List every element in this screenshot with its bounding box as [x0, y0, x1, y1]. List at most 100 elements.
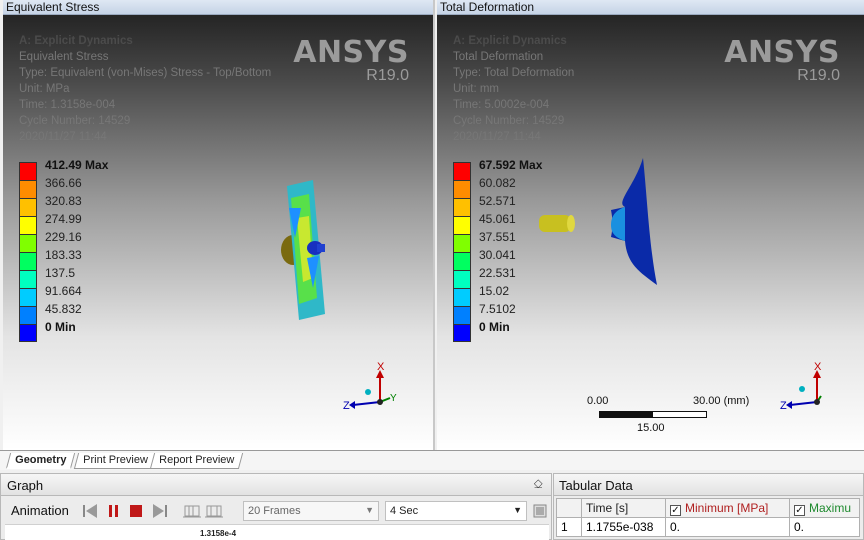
legend-label: 15.02 — [479, 284, 510, 298]
stress-model-render — [281, 180, 325, 320]
scale-bar-graphic — [599, 411, 707, 418]
legend-swatch — [19, 234, 37, 252]
table-row[interactable]: 1 1.1755e-038 0. 0. — [556, 517, 860, 537]
scale-mid-label: 15.00 — [637, 422, 665, 434]
time-column-header[interactable]: Time [s] — [581, 498, 666, 518]
result-type: Type: Equivalent (von-Mises) Stress - To… — [19, 67, 272, 79]
legend-color-bar — [453, 162, 471, 342]
ansys-logo: ANSYS R19.0 — [293, 38, 409, 84]
maximum-cell: 0. — [789, 517, 860, 537]
tabular-data-panel: Tabular Data Time [s] ✓ Minimum [MPa] ✓ Ma… — [553, 473, 864, 540]
result-info: A: Explicit Dynamics Equivalent Stress T… — [19, 33, 271, 145]
tabular-data-table: Time [s] ✓ Minimum [MPa] ✓ Maximu 1 1.1755… — [556, 498, 860, 537]
legend-label: 137.5 — [45, 266, 76, 280]
checkbox-icon[interactable]: ✓ — [794, 504, 805, 516]
result-date: 2020/11/27 11:44 — [453, 131, 541, 143]
legend-color-bar — [19, 162, 37, 342]
pin-icon[interactable]: ⎐ — [534, 477, 543, 492]
total-deformation-viewport[interactable]: Total Deformation A: Explicit Dynamics T… — [437, 0, 864, 450]
tab-label: Report Preview — [159, 454, 235, 466]
pause-icon[interactable] — [105, 503, 123, 519]
legend-swatch — [453, 180, 471, 198]
legend-max-label: 67.592 Max — [479, 158, 543, 172]
legend-swatch — [19, 180, 37, 198]
result-time: Time: 5.0002e-004 — [453, 99, 550, 111]
legend-swatch — [19, 270, 37, 288]
maximum-header-label: Maximu — [809, 500, 852, 515]
legend-min-label: 0 Min — [479, 320, 510, 334]
legend-label: 229.16 — [45, 230, 82, 244]
row-index: 1 — [556, 517, 582, 537]
result-type: Type: Total Deformation — [453, 67, 575, 79]
stop-icon[interactable] — [127, 503, 145, 519]
duration-value: 4 Sec — [390, 505, 419, 517]
next-frame-icon[interactable] — [151, 503, 169, 519]
legend-swatch — [453, 216, 471, 234]
legend-label: 320.83 — [45, 194, 82, 208]
legend-swatch — [453, 270, 471, 288]
tab-geometry[interactable]: Geometry — [5, 453, 76, 469]
brand-version: R19.0 — [797, 67, 840, 84]
tab-print-preview[interactable]: Print Preview — [73, 453, 157, 469]
result-time: Time: 1.3158e-004 — [19, 99, 116, 111]
axis-triad: X Z — [780, 361, 822, 412]
frames-value: 20 Frames — [248, 505, 301, 517]
minimum-column-header[interactable]: ✓ Minimum [MPa] — [665, 498, 790, 518]
legend-label: 37.551 — [479, 230, 516, 244]
chevron-down-icon: ▼ — [365, 505, 374, 515]
axis-triad: X Z Y — [343, 361, 397, 412]
projectile-cylinder — [539, 215, 571, 232]
result-unit: Unit: mm — [453, 83, 499, 95]
row-index-header — [556, 498, 582, 518]
legend-label: 7.5102 — [479, 302, 516, 316]
legend-swatch — [19, 162, 37, 180]
equivalent-stress-viewport[interactable]: Equivalent Stress A: Explicit Dynamics E… — [3, 0, 435, 450]
brand-name: ANSYS — [724, 35, 840, 70]
viewport-title: Total Deformation — [440, 0, 535, 14]
scale-end-label: 30.00 (mm) — [693, 395, 750, 407]
distributed-frames-icon[interactable] — [183, 503, 201, 519]
deformation-model-render — [539, 158, 657, 285]
legend-label: 274.99 — [45, 212, 82, 226]
legend-label: 60.082 — [479, 176, 516, 190]
frames-dropdown[interactable]: 20 Frames ▼ — [243, 501, 379, 521]
viewport-title-bar: Equivalent Stress — [3, 0, 433, 15]
graph-panel: Graph ⎐ Animation 20 Frames ▼ 4 Sec ▼ 1.… — [0, 473, 552, 540]
graph-plot-area[interactable]: 1.3158e-4 — [5, 524, 549, 540]
legend-swatch — [19, 198, 37, 216]
legend-swatch — [453, 252, 471, 270]
result-sets-icon[interactable] — [205, 503, 223, 519]
viewport-title: Equivalent Stress — [6, 0, 100, 14]
checkbox-icon[interactable]: ✓ — [670, 504, 681, 516]
analysis-name: A: Explicit Dynamics — [19, 35, 133, 47]
time-marker-label: 1.3158e-4 — [200, 529, 237, 538]
legend-swatch — [453, 162, 471, 180]
chevron-down-icon: ▼ — [513, 505, 522, 515]
legend-label: 45.832 — [45, 302, 82, 316]
maximum-column-header[interactable]: ✓ Maximu — [789, 498, 860, 518]
z-axis-label: Z — [343, 400, 350, 412]
time-cell: 1.1755e-038 — [581, 517, 666, 537]
legend-label: 366.66 — [45, 176, 82, 190]
tabular-panel-title: Tabular Data — [559, 478, 633, 493]
result-name: Total Deformation — [453, 51, 544, 63]
legend-swatch — [19, 216, 37, 234]
tab-report-preview[interactable]: Report Preview — [149, 453, 244, 469]
minimum-header-label: Minimum [MPa] — [685, 500, 769, 515]
x-axis-label: X — [377, 361, 385, 373]
legend-label: 22.531 — [479, 266, 516, 280]
z-axis-label: Z — [780, 400, 787, 412]
previous-frame-icon[interactable] — [81, 503, 99, 519]
animation-toolbar: Animation 20 Frames ▼ 4 Sec ▼ — [5, 499, 549, 523]
legend-label: 52.571 — [479, 194, 516, 208]
legend-swatch — [19, 306, 37, 324]
export-video-icon[interactable] — [533, 503, 547, 519]
legend-label: 30.041 — [479, 248, 516, 262]
table-header-row: Time [s] ✓ Minimum [MPa] ✓ Maximu — [556, 498, 860, 518]
duration-dropdown[interactable]: 4 Sec ▼ — [385, 501, 527, 521]
analysis-name: A: Explicit Dynamics — [453, 35, 567, 47]
legend-swatch — [453, 306, 471, 324]
tabular-panel-header: Tabular Data — [554, 474, 863, 496]
graph-panel-title: Graph — [7, 478, 44, 493]
viewport-title-bar: Total Deformation — [437, 0, 864, 15]
